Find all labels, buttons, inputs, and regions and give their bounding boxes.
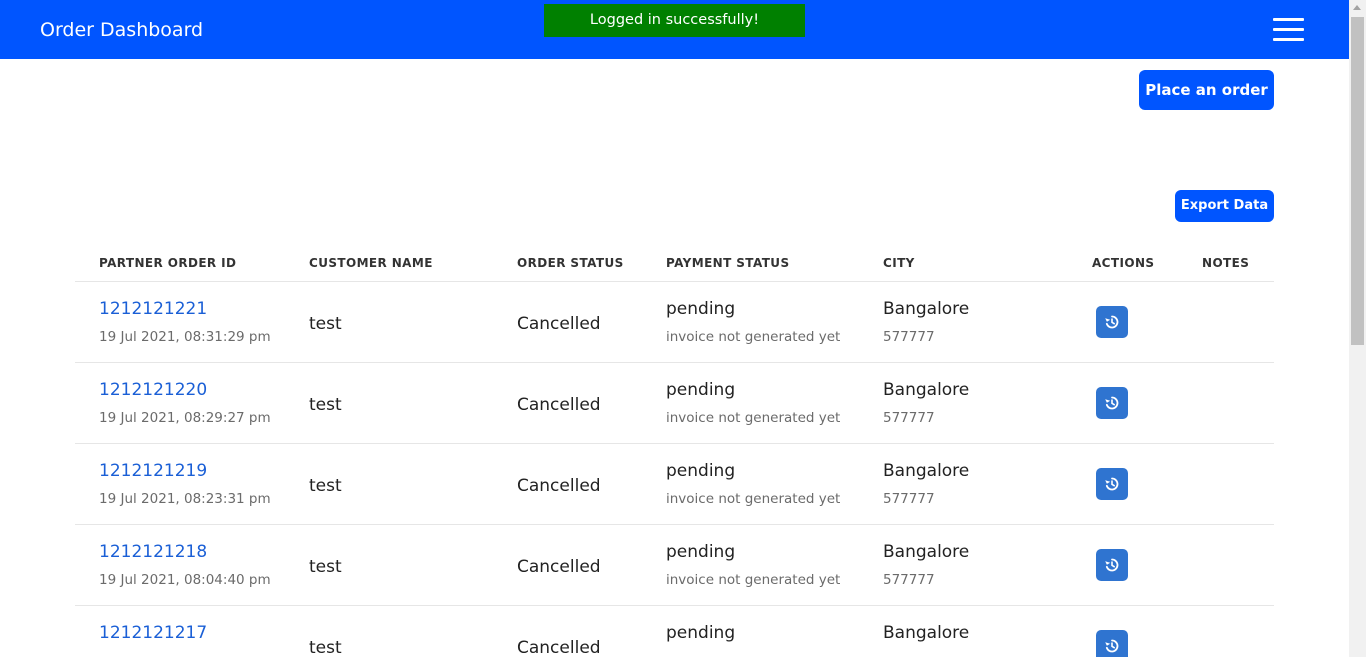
table-row: 1212121219 19 Jul 2021, 08:23:31 pm test Ca… [75, 444, 1274, 525]
order-history-button[interactable] [1096, 306, 1128, 338]
header-customer-name: CUSTOMER NAME [309, 256, 433, 270]
pincode: 577777 [883, 329, 935, 345]
order-history-button[interactable] [1096, 549, 1128, 581]
invoice-note: invoice not generated yet [666, 410, 841, 426]
table-header: PARTNER ORDER ID CUSTOMER NAME ORDER STA… [75, 245, 1274, 282]
hamburger-menu-icon[interactable] [1272, 18, 1305, 42]
history-icon [1105, 558, 1119, 572]
customer-name: test [309, 314, 342, 334]
order-date: 19 Jul 2021, 08:29:27 pm [99, 410, 271, 426]
header-order-status: ORDER STATUS [517, 256, 624, 270]
vertical-scrollbar[interactable] [1349, 0, 1366, 657]
city: Bangalore [883, 623, 970, 643]
invoice-note: invoice not generated yet [666, 572, 841, 588]
order-date: 19 Jul 2021, 08:23:31 pm [99, 491, 271, 507]
login-success-toast: Logged in successfully! [544, 4, 805, 37]
customer-name: test [309, 638, 342, 657]
city: Bangalore [883, 461, 970, 481]
invoice-note: invoice not generated yet [666, 329, 841, 345]
order-id-link[interactable]: 1212121219 [99, 461, 207, 481]
header-partner-order-id: PARTNER ORDER ID [99, 256, 237, 270]
order-id-link[interactable]: 1212121221 [99, 299, 207, 319]
city: Bangalore [883, 542, 970, 562]
header-actions: ACTIONS [1092, 256, 1155, 270]
top-navbar: Order Dashboard Logged in successfully! [0, 0, 1349, 59]
table-row: 1212121220 19 Jul 2021, 08:29:27 pm test Ca… [75, 363, 1274, 444]
city: Bangalore [883, 380, 970, 400]
header-notes: NOTES [1202, 256, 1250, 270]
order-id-link[interactable]: 1212121220 [99, 380, 207, 400]
table-row: 1212121217 test Cancelled pending Bangalore [75, 606, 1274, 657]
order-status: Cancelled [517, 476, 601, 496]
scrollbar-thumb[interactable] [1351, 17, 1364, 345]
header-city: CITY [883, 256, 915, 270]
history-icon [1105, 477, 1119, 491]
history-icon [1105, 396, 1119, 410]
order-status: Cancelled [517, 557, 601, 577]
pincode: 577777 [883, 491, 935, 507]
scroll-up-arrow-icon[interactable] [1353, 5, 1361, 10]
history-icon [1105, 639, 1119, 653]
customer-name: test [309, 557, 342, 577]
order-history-button[interactable] [1096, 387, 1128, 419]
customer-name: test [309, 476, 342, 496]
order-history-button[interactable] [1096, 630, 1128, 657]
payment-status: pending [666, 299, 736, 319]
city: Bangalore [883, 299, 970, 319]
payment-status: pending [666, 461, 736, 481]
pincode: 577777 [883, 410, 935, 426]
order-status: Cancelled [517, 314, 601, 334]
history-icon [1105, 315, 1119, 329]
order-history-button[interactable] [1096, 468, 1128, 500]
place-order-button[interactable]: Place an order [1139, 70, 1274, 110]
order-date: 19 Jul 2021, 08:04:40 pm [99, 572, 271, 588]
payment-status: pending [666, 542, 736, 562]
order-id-link[interactable]: 1212121217 [99, 623, 207, 643]
table-row: 1212121218 19 Jul 2021, 08:04:40 pm test Ca… [75, 525, 1274, 606]
payment-status: pending [666, 623, 736, 643]
table-body: 1212121221 19 Jul 2021, 08:31:29 pm test Ca… [75, 282, 1274, 657]
orders-table: PARTNER ORDER ID CUSTOMER NAME ORDER STA… [75, 245, 1274, 657]
order-status: Cancelled [517, 638, 601, 657]
page-title: Order Dashboard [40, 19, 204, 41]
payment-status: pending [666, 380, 736, 400]
order-status: Cancelled [517, 395, 601, 415]
order-id-link[interactable]: 1212121218 [99, 542, 207, 562]
order-date: 19 Jul 2021, 08:31:29 pm [99, 329, 271, 345]
invoice-note: invoice not generated yet [666, 491, 841, 507]
export-data-button[interactable]: Export Data [1175, 190, 1274, 222]
customer-name: test [309, 395, 342, 415]
table-row: 1212121221 19 Jul 2021, 08:31:29 pm test Ca… [75, 282, 1274, 363]
pincode: 577777 [883, 572, 935, 588]
header-payment-status: PAYMENT STATUS [666, 256, 790, 270]
